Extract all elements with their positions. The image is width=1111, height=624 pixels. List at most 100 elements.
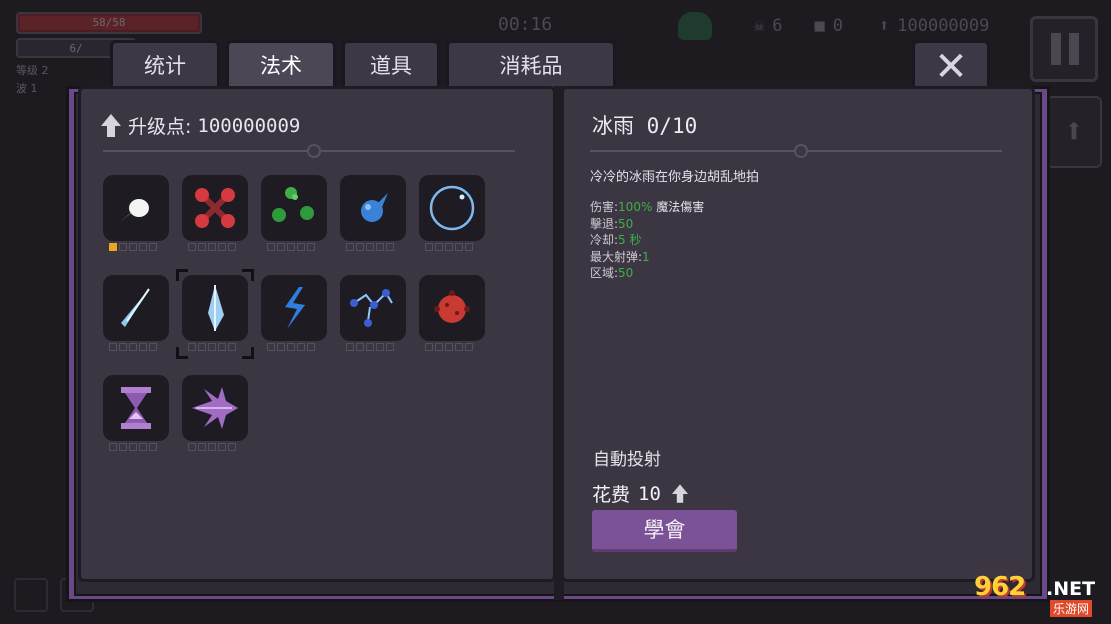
spell-slot[interactable] [103, 275, 169, 341]
level-pip [386, 343, 394, 351]
upgrade-points-value: 100000009 [197, 114, 301, 137]
level-pip [277, 343, 285, 351]
level-pip [139, 443, 147, 451]
stat-cooldown: 冷却:5 秒 [590, 233, 642, 247]
level-pip [228, 343, 236, 351]
spell-level-pips [109, 343, 157, 351]
tab-consumables[interactable]: 消耗品 [446, 40, 616, 90]
blue-drop-icon [361, 193, 388, 222]
stat-area: 区域:50 [590, 266, 634, 280]
spell-slot[interactable] [419, 275, 485, 341]
cost-label: 花费 [592, 484, 631, 506]
level-pip [129, 343, 137, 351]
selection-corner [242, 269, 254, 281]
hud-upgrade-points: 100000009 [897, 16, 990, 36]
stat-damage: 伤害:100% 魔法傷害 [590, 200, 705, 214]
health-bar: 58/58 [16, 12, 202, 34]
level-pip [465, 243, 473, 251]
spell-level-pips [346, 343, 394, 351]
spell-slot[interactable] [340, 275, 406, 341]
kill-count: 6 [772, 16, 783, 36]
level-pip [198, 443, 206, 451]
spell-slot[interactable] [182, 175, 248, 241]
level-pip [376, 243, 384, 251]
spell-slot[interactable] [261, 275, 327, 341]
hourglass-icon [121, 387, 151, 429]
level-pip [346, 343, 354, 351]
level-pip [267, 343, 275, 351]
upgrade-points-row: 升级点: 100000009 [100, 112, 300, 139]
level-pip [455, 343, 463, 351]
level-pip [297, 243, 305, 251]
level-pip [218, 443, 226, 451]
spell-level-pips [109, 443, 157, 451]
spell-slot[interactable] [182, 375, 248, 441]
level-pip [149, 343, 157, 351]
level-pip [445, 243, 453, 251]
spell-slot[interactable] [419, 175, 485, 241]
spell-slot[interactable] [103, 175, 169, 241]
tab-spells[interactable]: 法术 [226, 40, 336, 90]
spell-level-pips [188, 343, 236, 351]
spell-detail-page [561, 86, 1035, 582]
cost-value: 10 [638, 482, 661, 505]
level-pip [425, 243, 433, 251]
spell-slot[interactable] [261, 175, 327, 241]
level-pip [119, 343, 127, 351]
lightning-bolt-icon [285, 287, 305, 329]
learn-button[interactable]: 學會 [592, 510, 737, 552]
tab-items[interactable]: 道具 [342, 40, 440, 90]
level-pip [435, 243, 443, 251]
purple-spikes-icon [192, 387, 238, 429]
level-pip [119, 443, 127, 451]
spell-slot[interactable] [182, 275, 248, 341]
spell-level-pips [188, 243, 236, 251]
spell-title: 冰雨 0/10 [592, 110, 697, 140]
spell-slot[interactable] [103, 375, 169, 441]
level-pip [376, 343, 384, 351]
level-pip [277, 243, 285, 251]
pause-button[interactable] [1030, 16, 1098, 82]
upgrade-points-label: 升级点: [128, 116, 192, 138]
level-pip [119, 243, 127, 251]
spell-slot[interactable] [340, 175, 406, 241]
level-pip [139, 343, 147, 351]
level-pip [129, 243, 137, 251]
level-pip [346, 243, 354, 251]
level-pip [149, 443, 157, 451]
level-pip [356, 343, 364, 351]
spell-level-pips [188, 443, 236, 451]
level-pip [188, 343, 196, 351]
tab-stats[interactable]: 统计 [110, 40, 220, 90]
level-pip [188, 243, 196, 251]
coin-count: 0 [832, 16, 843, 36]
red-cross-orbs-icon [195, 188, 235, 228]
level-pip [208, 243, 216, 251]
hotbar-slot[interactable] [14, 578, 48, 612]
right-divider [590, 144, 1002, 158]
ice-rain-icon [208, 285, 224, 331]
side-upgrade-button[interactable]: ⬆ [1046, 96, 1102, 168]
green-orbs-icon [272, 187, 314, 222]
close-button[interactable]: ✕ [912, 40, 990, 90]
spell-level-pips [425, 243, 473, 251]
level-pip [149, 243, 157, 251]
level-pip [445, 343, 453, 351]
white-comet-icon [121, 199, 149, 221]
level-pip [218, 343, 226, 351]
level-pip [425, 343, 433, 351]
level-pip [198, 243, 206, 251]
auto-cast-label: 自動投射 [593, 450, 661, 470]
spell-level: 0/10 [646, 114, 698, 138]
wave-text: 波 1 [16, 82, 38, 95]
coin-icon: ■ [814, 16, 825, 36]
red-bomb-icon [434, 290, 470, 323]
game-timer: 00:16 [498, 14, 553, 35]
level-pip [109, 443, 117, 451]
ice-shard-icon [121, 288, 150, 327]
slime-icon [678, 12, 712, 40]
level-pip [228, 443, 236, 451]
spell-description: 冷冷的冰雨在你身边胡乱地拍 [590, 170, 760, 185]
spell-level-pips [267, 243, 315, 251]
level-pip [208, 343, 216, 351]
